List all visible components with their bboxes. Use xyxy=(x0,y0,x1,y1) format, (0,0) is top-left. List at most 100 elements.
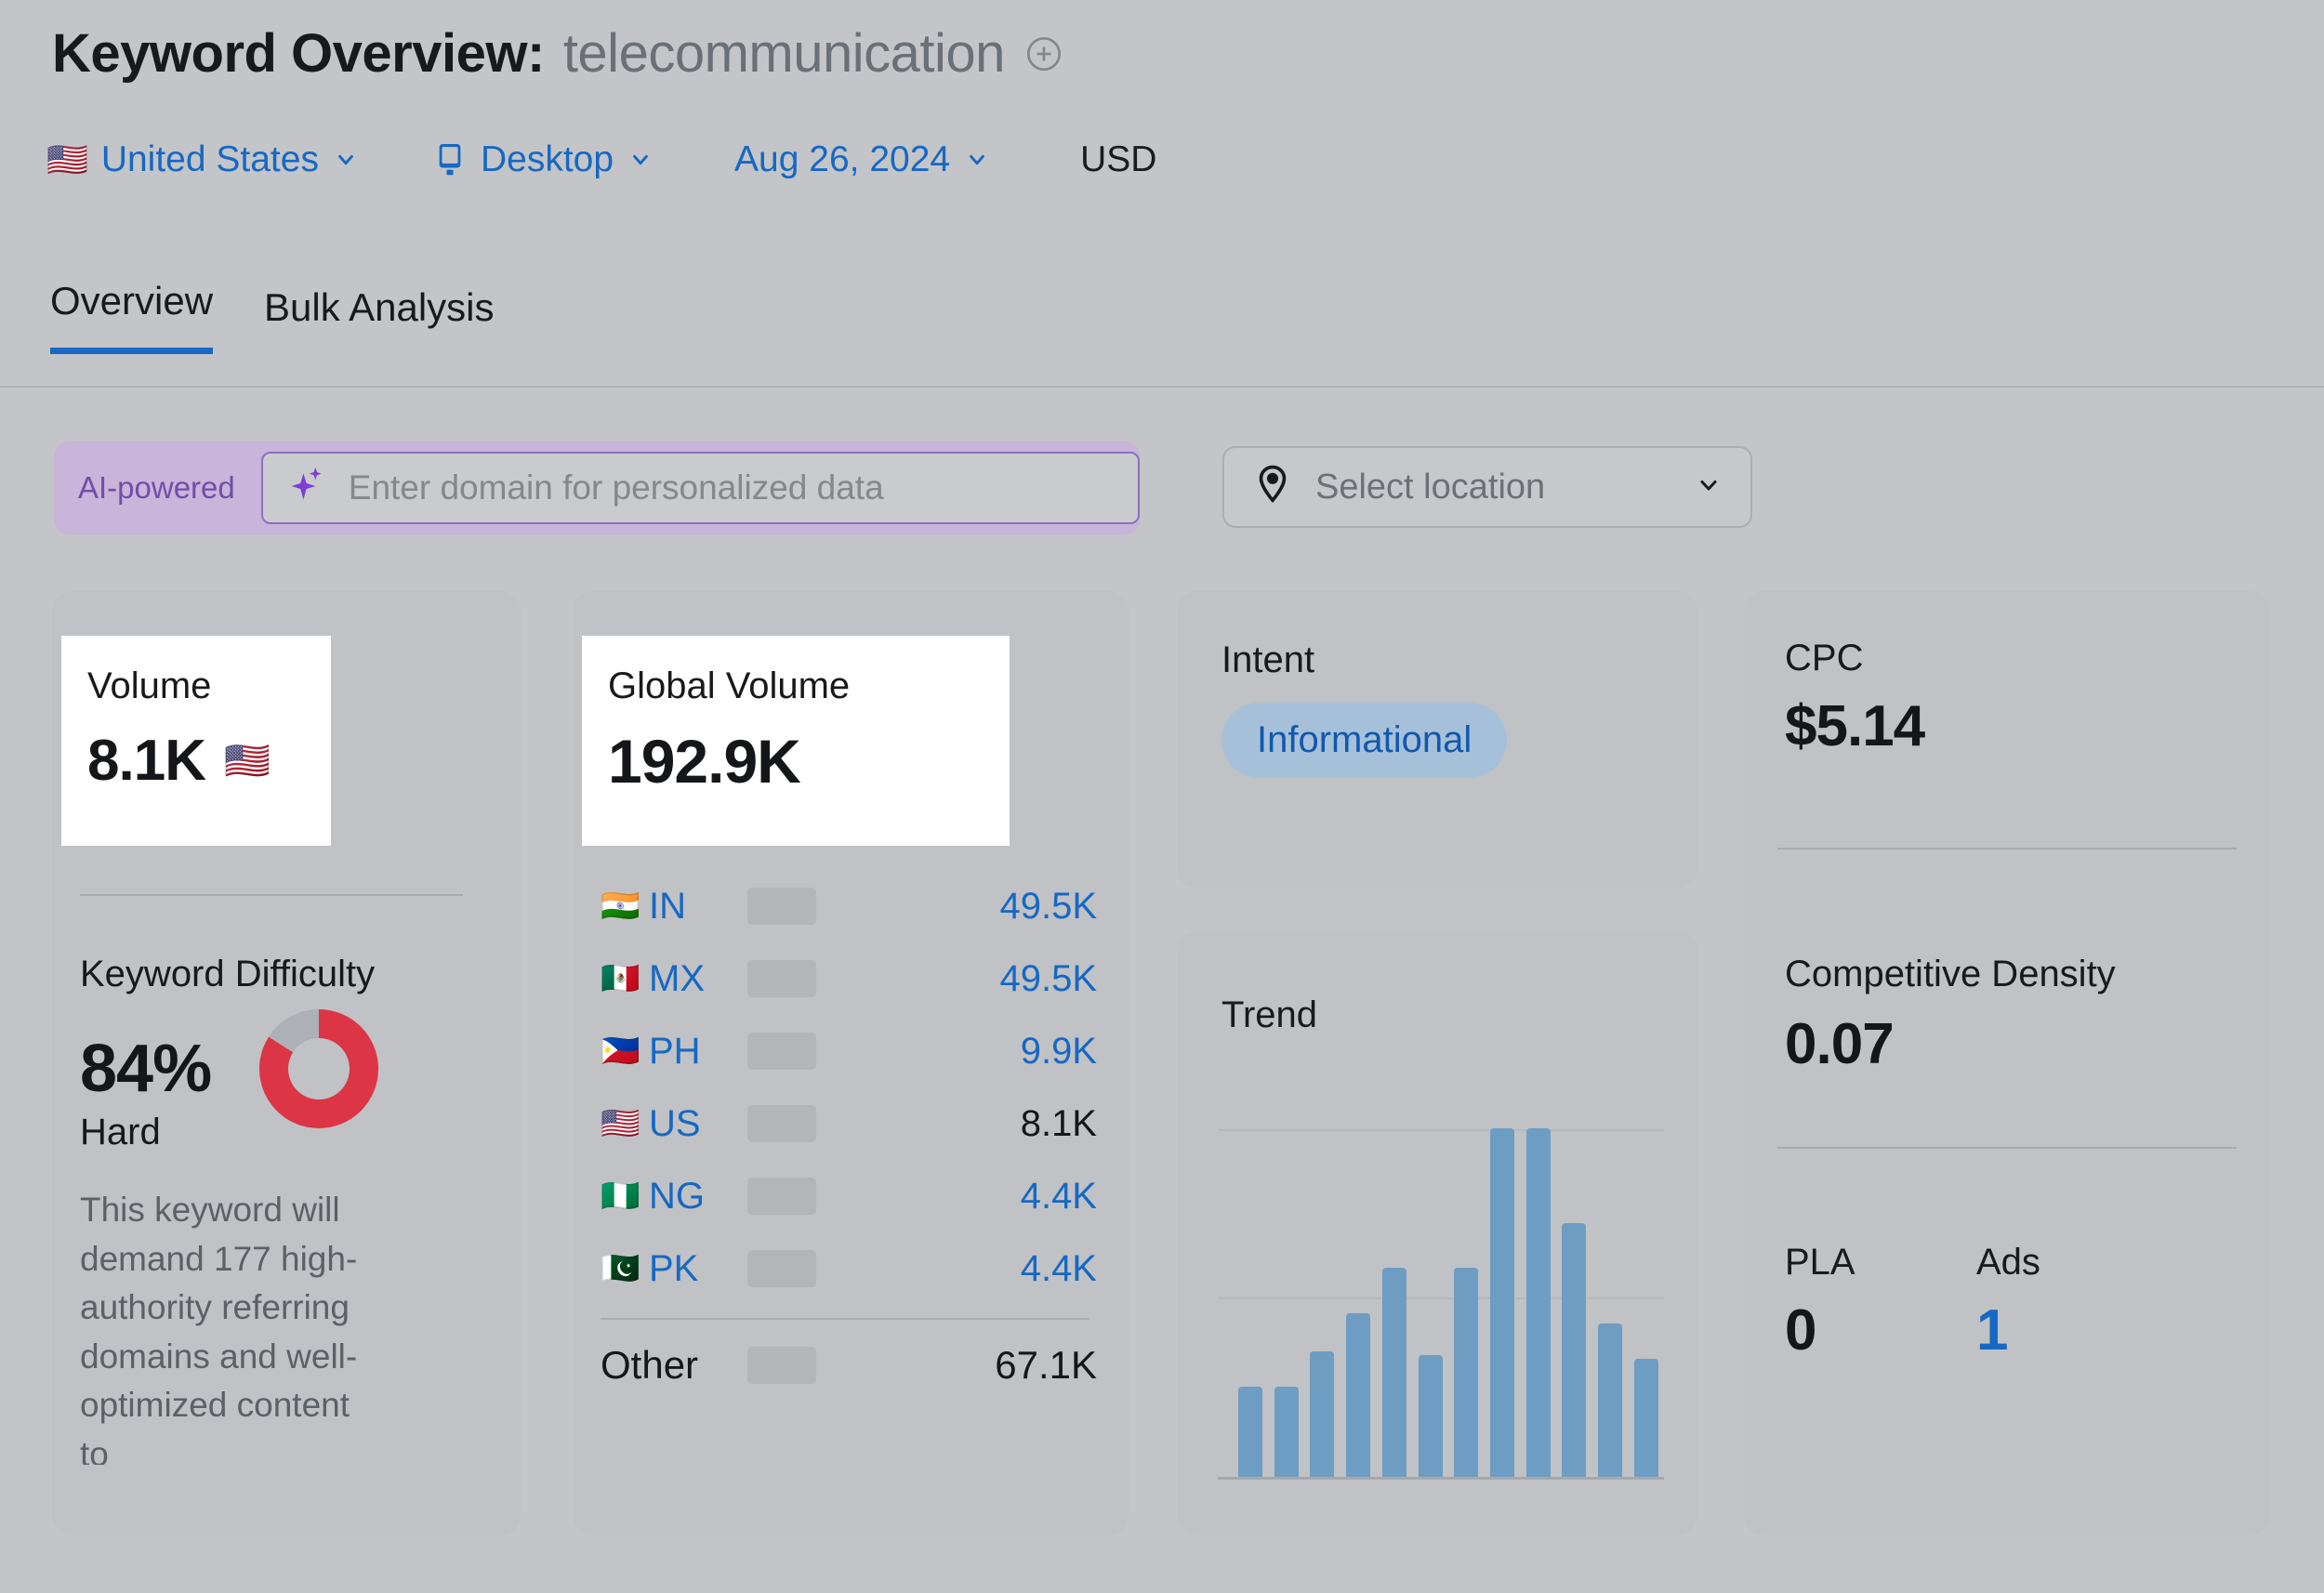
trend-bar[interactable] xyxy=(1454,1268,1479,1477)
other-countries-row: Other 67.1K xyxy=(601,1331,1103,1400)
sparkle-icon xyxy=(287,464,328,513)
filters-bar: 🇺🇸 United States Desktop Aug 26, 2024 US… xyxy=(46,139,1156,180)
chevron-down-icon xyxy=(332,150,360,170)
volume-card-divider xyxy=(80,894,463,896)
cpc-divider xyxy=(1777,848,2237,849)
volume-highlight-box: Volume 8.1K 🇺🇸 xyxy=(61,636,331,846)
country-code: MX xyxy=(649,957,705,999)
chevron-down-icon xyxy=(1693,474,1724,501)
map-pin-icon xyxy=(1254,464,1291,511)
keyword-difficulty-level: Hard xyxy=(80,1112,161,1152)
keyword-difficulty-value: 84% xyxy=(80,1032,212,1106)
trend-bar[interactable] xyxy=(1525,1128,1551,1477)
ai-domain-search: AI-powered Enter domain for personalized… xyxy=(54,441,1140,534)
page-title-keyword: telecommunication xyxy=(562,23,1006,84)
trend-bar[interactable] xyxy=(1274,1386,1299,1477)
cpc-label: CPC xyxy=(1785,638,1864,678)
intent-badge[interactable]: Informational xyxy=(1221,703,1508,778)
other-volume-bar xyxy=(747,1347,816,1384)
date-label: Aug 26, 2024 xyxy=(734,139,951,179)
country-flag-icon: 🇵🇭 xyxy=(601,1033,640,1069)
global-volume-highlight-box: Global Volume 192.9K xyxy=(582,636,1010,846)
global-volume-label: Global Volume xyxy=(608,665,851,706)
chevron-down-icon xyxy=(627,150,654,170)
other-volume-value: 67.1K xyxy=(995,1343,1097,1387)
trend-bar[interactable] xyxy=(1381,1268,1406,1477)
country-volume-value: 4.4K xyxy=(1020,1247,1097,1289)
keyword-difficulty-donut xyxy=(259,1009,379,1128)
page-title: Keyword Overview: telecommunication xyxy=(52,22,1063,85)
country-flag-icon: 🇮🇳 xyxy=(601,889,640,924)
trend-bars xyxy=(1238,1108,1658,1477)
trend-bar[interactable] xyxy=(1598,1323,1623,1477)
country-volume-bar xyxy=(747,960,816,997)
country-flag-icon: 🇳🇬 xyxy=(601,1178,640,1214)
other-label: Other xyxy=(601,1343,699,1387)
country-volume-row[interactable]: 🇵🇰 PK 4.4K xyxy=(601,1232,1103,1305)
date-selector[interactable]: Aug 26, 2024 xyxy=(734,139,991,180)
trend-bar[interactable] xyxy=(1633,1358,1658,1477)
ads-value[interactable]: 1 xyxy=(1976,1297,2008,1363)
cpc-card: CPC $5.14 Competitive Density 0.07 PLA A… xyxy=(1744,591,2270,1535)
country-code: IN xyxy=(649,885,686,927)
us-flag-icon: 🇺🇸 xyxy=(223,741,271,782)
country-volume-bar xyxy=(747,1105,816,1142)
country-volume-row[interactable]: 🇵🇭 PH 9.9K xyxy=(601,1015,1103,1087)
country-volume-row[interactable]: 🇮🇳 IN 49.5K xyxy=(601,870,1103,942)
location-placeholder: Select location xyxy=(1315,467,1546,507)
tab-bulk-analysis[interactable]: Bulk Analysis xyxy=(264,285,494,354)
country-volume-row[interactable]: 🇺🇸 US 8.1K xyxy=(601,1087,1103,1160)
competitive-density-divider xyxy=(1777,1147,2237,1149)
trend-bar[interactable] xyxy=(1346,1312,1371,1477)
volume-value: 8.1K xyxy=(87,729,206,793)
pla-label: PLA xyxy=(1785,1242,1855,1283)
trend-bar[interactable] xyxy=(1562,1222,1587,1477)
country-volume-value: 8.1K xyxy=(1020,1102,1097,1144)
country-code: PH xyxy=(649,1030,701,1072)
global-volume-card: Global Volume 192.9K 🇮🇳 IN 49.5K 🇲🇽 MX 49.5K 🇵… xyxy=(573,591,1129,1535)
keyword-overview-page: Keyword Overview: telecommunication 🇺🇸 U… xyxy=(0,0,2324,1593)
device-selector[interactable]: Desktop xyxy=(434,139,654,180)
trend-label: Trend xyxy=(1221,994,1318,1035)
trend-bar[interactable] xyxy=(1418,1354,1443,1477)
ai-powered-badge: AI-powered xyxy=(78,470,235,505)
country-volume-row[interactable]: 🇲🇽 MX 49.5K xyxy=(601,942,1103,1015)
tab-bar-divider xyxy=(0,386,2324,388)
competitive-density-value: 0.07 xyxy=(1785,1012,1895,1076)
plus-circle-icon[interactable] xyxy=(1025,35,1063,72)
tab-bar: Overview Bulk Analysis xyxy=(50,279,495,354)
domain-input-placeholder: Enter domain for personalized data xyxy=(348,468,884,507)
country-code: US xyxy=(649,1102,701,1144)
trend-bar[interactable] xyxy=(1310,1351,1335,1477)
competitive-density-label: Competitive Density xyxy=(1785,954,2116,994)
keyword-difficulty-label: Keyword Difficulty xyxy=(80,954,376,994)
country-volume-bar xyxy=(747,1033,816,1070)
country-code: NG xyxy=(649,1175,705,1217)
trend-bar[interactable] xyxy=(1238,1386,1262,1477)
country-volume-row[interactable]: 🇳🇬 NG 4.4K xyxy=(601,1160,1103,1232)
page-title-prefix: Keyword Overview: xyxy=(52,23,545,84)
location-selector[interactable]: Select location xyxy=(1222,446,1752,528)
country-volume-value: 9.9K xyxy=(1020,1030,1097,1072)
global-volume-value: 192.9K xyxy=(608,727,801,796)
country-flag-icon: 🇵🇰 xyxy=(601,1251,640,1286)
trend-card: Trend xyxy=(1177,931,1697,1535)
intent-label: Intent xyxy=(1221,639,1315,680)
country-label: United States xyxy=(100,139,319,179)
country-selector[interactable]: 🇺🇸 United States xyxy=(46,139,360,180)
device-label: Desktop xyxy=(480,139,614,179)
volume-card: Volume 8.1K 🇺🇸 Keyword Difficulty 84% Ha… xyxy=(52,591,521,1535)
currency-label: USD xyxy=(1080,139,1157,179)
country-flag-icon: 🇲🇽 xyxy=(601,961,640,996)
country-volume-value: 49.5K xyxy=(999,957,1097,999)
trend-chart xyxy=(1218,1108,1664,1480)
keyword-difficulty-description: This keyword will demand 177 high-author… xyxy=(80,1191,358,1465)
country-list-divider xyxy=(601,1318,1089,1320)
trend-bar[interactable] xyxy=(1490,1128,1515,1477)
country-code: PK xyxy=(649,1247,699,1289)
intent-card: Intent Informational xyxy=(1177,591,1697,889)
tab-overview[interactable]: Overview xyxy=(50,279,214,354)
country-volume-bar xyxy=(747,1250,816,1287)
keyword-difficulty-row: 84% xyxy=(80,1009,379,1128)
domain-input[interactable]: Enter domain for personalized data xyxy=(260,452,1140,524)
